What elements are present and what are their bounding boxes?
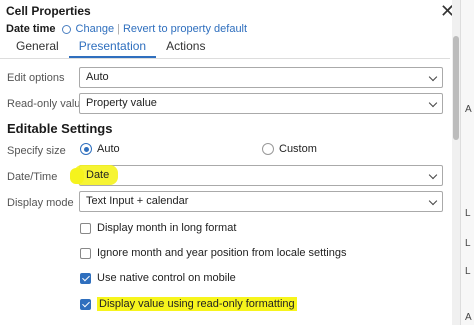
date-time-label: Date/Time (7, 171, 58, 183)
checkbox-readonly-formatting-label: Display value using read-only formatting (97, 297, 297, 311)
chevron-down-icon (428, 98, 438, 108)
bg-letter: A (465, 104, 472, 115)
radio-auto-label: Auto (97, 143, 120, 155)
bg-letter: L (465, 266, 471, 277)
display-mode-label: Display mode (7, 197, 74, 209)
checkbox-native-mobile[interactable]: Use native control on mobile (80, 272, 236, 284)
read-only-value-value: Property value (86, 97, 157, 109)
bg-letter: L (465, 238, 471, 249)
dialog-title: Cell Properties (6, 4, 91, 18)
checkbox-native-mobile-box[interactable] (80, 272, 91, 284)
radio-custom-label: Custom (279, 143, 317, 155)
tab-bar: General Presentation Actions (6, 36, 215, 58)
radio-custom-indicator[interactable] (262, 143, 274, 155)
change-link[interactable]: Change (76, 23, 115, 35)
link-separator: | (117, 23, 120, 35)
checkbox-readonly-formatting-box[interactable] (80, 298, 91, 310)
cell-properties-dialog: Cell Properties ✕ Date time Change | Rev… (0, 0, 460, 325)
checkbox-ignore-locale[interactable]: Ignore month and year position from loca… (80, 247, 346, 259)
revert-link[interactable]: Revert to property default (123, 23, 247, 35)
read-only-value-select[interactable]: Property value (79, 93, 443, 114)
edit-options-label: Edit options (7, 72, 65, 84)
date-time-select[interactable]: Date (74, 165, 443, 186)
gear-icon[interactable] (61, 24, 71, 34)
checkbox-readonly-formatting[interactable]: Display value using read-only formatting (80, 297, 297, 311)
radio-auto[interactable]: Auto (80, 143, 120, 155)
editable-settings-heading: Editable Settings (7, 121, 113, 136)
checkbox-long-month[interactable]: Display month in long format (80, 222, 236, 234)
specify-size-label: Specify size (7, 145, 66, 157)
tab-general[interactable]: General (6, 36, 69, 58)
read-only-value-label: Read-only value (7, 98, 87, 110)
tab-presentation[interactable]: Presentation (68, 36, 157, 58)
checkbox-native-mobile-label: Use native control on mobile (97, 272, 236, 284)
radio-custom[interactable]: Custom (262, 143, 317, 155)
bg-letter: L (465, 208, 471, 219)
date-time-value: Date (86, 169, 110, 181)
checkbox-ignore-locale-label: Ignore month and year position from loca… (97, 247, 347, 259)
checkbox-ignore-locale-box[interactable] (80, 247, 91, 259)
chevron-down-icon (428, 72, 438, 82)
tab-actions[interactable]: Actions (156, 36, 215, 58)
edit-options-value: Auto (86, 71, 109, 83)
marker-highlight (70, 168, 84, 184)
scrollbar-thumb[interactable] (453, 36, 459, 140)
checkbox-long-month-box[interactable] (80, 222, 91, 234)
field-name: Date time (6, 23, 56, 35)
display-mode-select[interactable]: Text Input + calendar (79, 191, 443, 212)
field-line: Date time Change | Revert to property de… (6, 22, 247, 36)
bg-letter: A (465, 312, 472, 323)
checkbox-long-month-label: Display month in long format (97, 222, 237, 234)
tabs-divider (0, 58, 450, 59)
chevron-down-icon (428, 196, 438, 206)
display-mode-value: Text Input + calendar (86, 195, 189, 207)
chevron-down-icon (428, 170, 438, 180)
edit-options-select[interactable]: Auto (79, 67, 443, 88)
radio-auto-indicator[interactable] (80, 143, 92, 155)
